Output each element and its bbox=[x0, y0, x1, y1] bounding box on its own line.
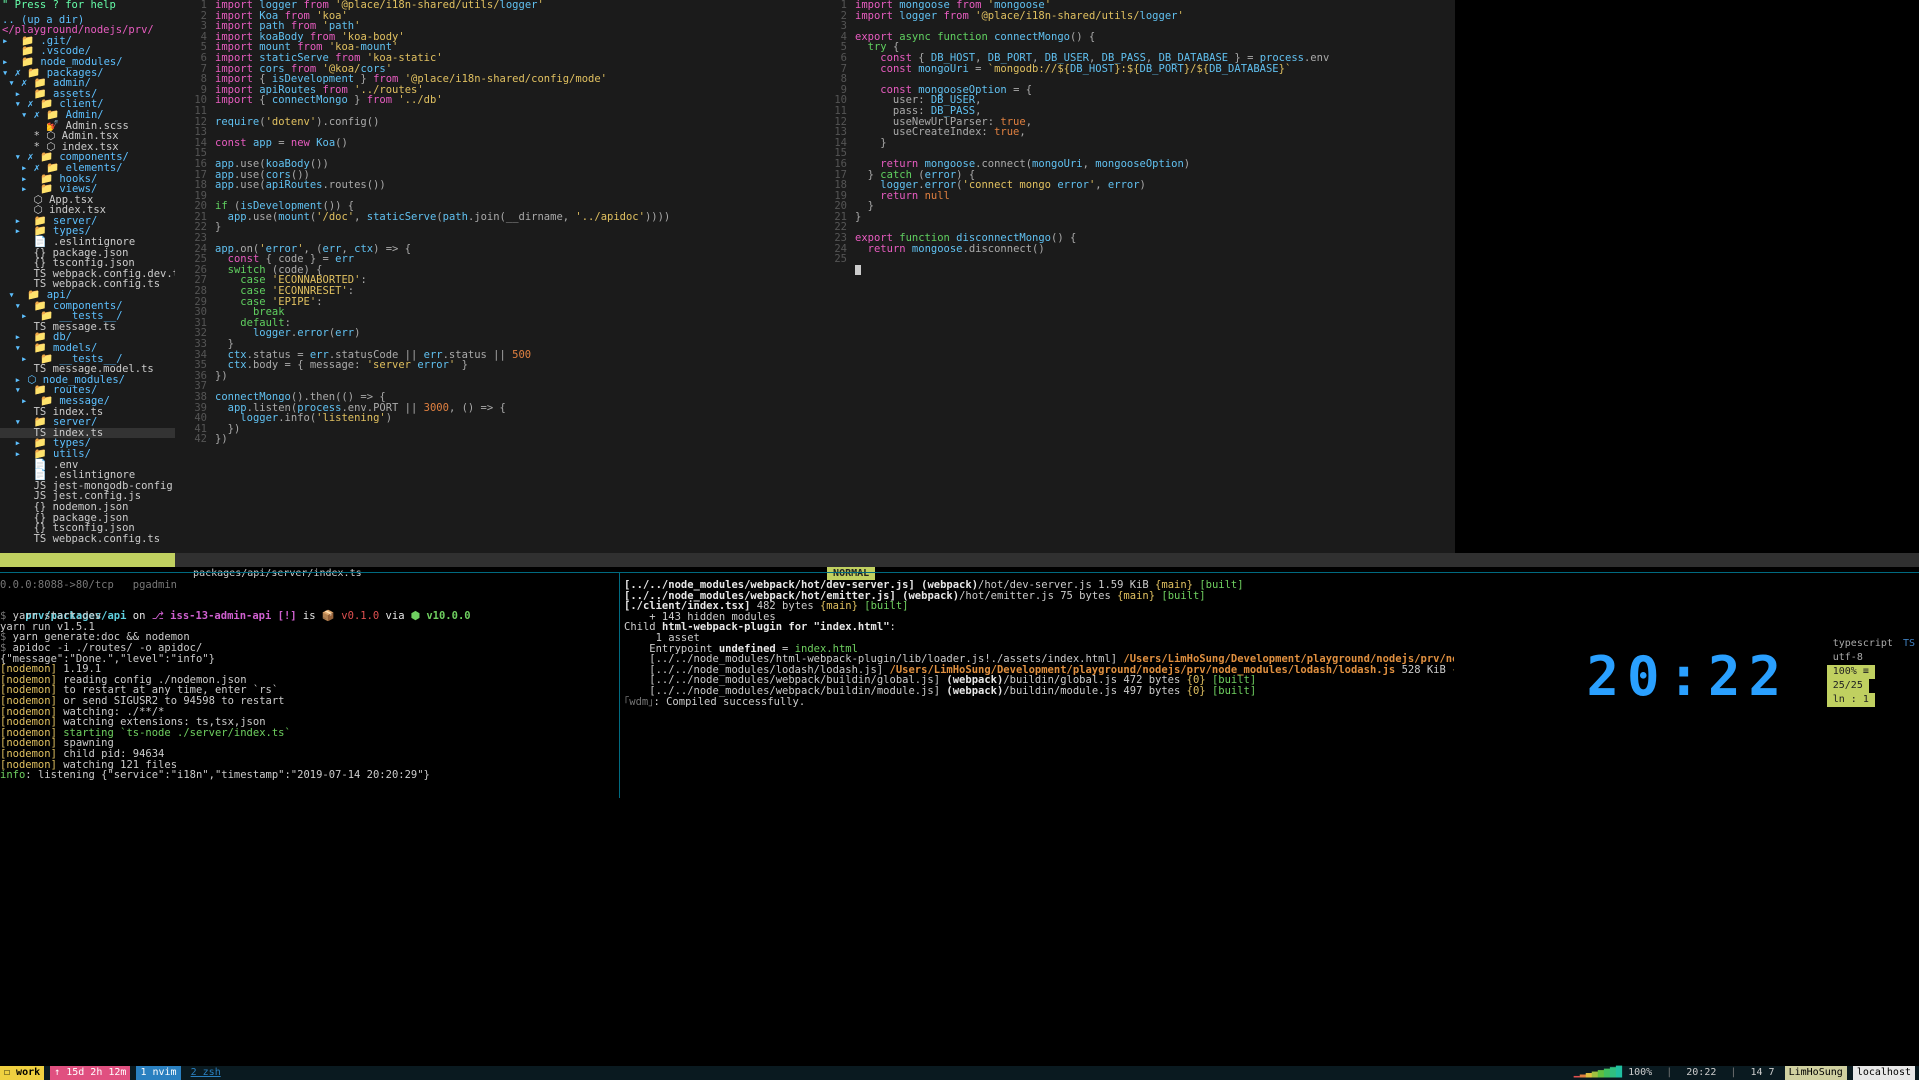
tmux-uptime: ↑ 15d 2h 12m bbox=[50, 1066, 130, 1080]
code-line[interactable]: 42}) bbox=[175, 434, 815, 445]
tmux-user: LimHoSung bbox=[1785, 1066, 1847, 1080]
tmux-window-2[interactable]: 2 zsh bbox=[187, 1066, 225, 1080]
code-line[interactable]: 24 return mongoose.disconnect() bbox=[815, 244, 1455, 255]
code-line[interactable]: 14 } bbox=[815, 138, 1455, 149]
code-line[interactable]: 14const app = new Koa() bbox=[175, 138, 815, 149]
cursor bbox=[855, 265, 861, 275]
terminal-line: $ apidoc -i ./routes/ -o apidoc/ bbox=[0, 643, 618, 654]
editor-right-statusbar: NORMAL +0 ~0 -0 ⎇ iss-13-admin-api! pack… bbox=[815, 553, 1919, 567]
code-line[interactable]: 38connectMongo().then(() => { bbox=[175, 392, 815, 403]
tree-statusbar: <lopment/playground/nodejs/prv bbox=[0, 553, 175, 567]
tmux-host: localhost bbox=[1853, 1066, 1915, 1080]
code-line[interactable]: 32 logger.error(err) bbox=[175, 328, 815, 339]
tree-item[interactable]: ▾ ✗ 📁 Admin/ bbox=[0, 110, 175, 121]
editor-left-statusbar: packages/api/server/index.ts typescriptT… bbox=[175, 553, 815, 567]
code-line[interactable]: 11 pass: DB_PASS, bbox=[815, 106, 1455, 117]
code-line[interactable]: 2import logger from '@place/i18n-shared/… bbox=[815, 11, 1455, 22]
file-tree[interactable]: " Press ? for help .. (up a dir) </playg… bbox=[0, 0, 175, 553]
tree-item[interactable]: {} nodemon.json bbox=[0, 502, 175, 513]
tmux-window-1[interactable]: 1 nvim bbox=[136, 1066, 180, 1080]
code-line[interactable]: 36}) bbox=[175, 371, 815, 382]
terminal-line: Child html-webpack-plugin for "index.htm… bbox=[624, 622, 1454, 633]
code-line[interactable]: 13 useCreateIndex: true, bbox=[815, 127, 1455, 138]
tree-help-hint: " Press ? for help bbox=[0, 0, 175, 11]
code-line[interactable]: 33 } bbox=[175, 339, 815, 350]
docker-ps-row: 0.0.0:8088->80/tcp pgadmin bbox=[0, 580, 618, 591]
battery-gauge: ▁▂▃▄▅▆▇█ 100% bbox=[1570, 1066, 1656, 1080]
terminal-line: [../../node_modules/webpack/buildin/modu… bbox=[624, 686, 1454, 697]
tree-item[interactable]: ▸ 📁 message/ bbox=[0, 396, 175, 407]
tmux-time: 20:22 bbox=[1682, 1066, 1720, 1080]
code-line[interactable]: 20 } bbox=[815, 201, 1455, 212]
code-line[interactable]: 22} bbox=[175, 222, 815, 233]
code-line[interactable]: 19 return null bbox=[815, 191, 1455, 202]
tmux-session[interactable]: ☐ work bbox=[0, 1066, 44, 1080]
clock-overlay: 20:22 bbox=[1586, 650, 1789, 704]
terminal-line: [nodemon] or send SIGUSR2 to 94598 to re… bbox=[0, 696, 618, 707]
vim-mode-indicator: NORMAL bbox=[827, 567, 875, 581]
code-line[interactable]: 35 ctx.body = { message: 'server error' … bbox=[175, 360, 815, 371]
tmux-date: 14 7 bbox=[1746, 1066, 1778, 1080]
code-line[interactable]: 7 const mongoUri = `mongodb://${DB_HOST}… bbox=[815, 64, 1455, 75]
code-line[interactable]: 25 bbox=[815, 254, 1455, 265]
editor-left[interactable]: 1import logger from '@place/i18n-shared/… bbox=[175, 0, 815, 553]
terminal-right[interactable]: [../../node_modules/webpack/hot/dev-serv… bbox=[624, 580, 1454, 800]
code-line[interactable]: 10import { connectMongo } from '../db' bbox=[175, 95, 815, 106]
code-line[interactable]: 41 }) bbox=[175, 424, 815, 435]
code-line[interactable]: 18app.use(apiRoutes.routes()) bbox=[175, 180, 815, 191]
tree-item[interactable]: TS webpack.config.ts bbox=[0, 534, 175, 545]
code-line[interactable]: 21} bbox=[815, 212, 1455, 223]
terminal-left[interactable]: 0.0.0:8088->80/tcp pgadmin prv/packages/… bbox=[0, 580, 618, 800]
editor-right[interactable]: 1import mongoose from 'mongoose'2import … bbox=[815, 0, 1455, 553]
terminal-line: info: listening {"service":"i18n","times… bbox=[0, 770, 618, 781]
code-line[interactable]: 12require('dotenv').config() bbox=[175, 117, 815, 128]
tmux-statusbar: ☐ work ↑ 15d 2h 12m 1 nvim 2 zsh ▁▂▃▄▅▆▇… bbox=[0, 1066, 1919, 1080]
code-line[interactable]: 21 app.use(mount('/doc', staticServe(pat… bbox=[175, 212, 815, 223]
code-line[interactable]: 40 logger.info('listening') bbox=[175, 413, 815, 424]
terminal-line: [nodemon] child pid: 94634 bbox=[0, 749, 618, 760]
code-line[interactable]: 4export async function connectMongo() { bbox=[815, 32, 1455, 43]
terminal-line: ｢wdm｣: Compiled successfully. bbox=[624, 697, 1454, 708]
tree-item[interactable]: ▸ 📁 utils/ bbox=[0, 449, 175, 460]
